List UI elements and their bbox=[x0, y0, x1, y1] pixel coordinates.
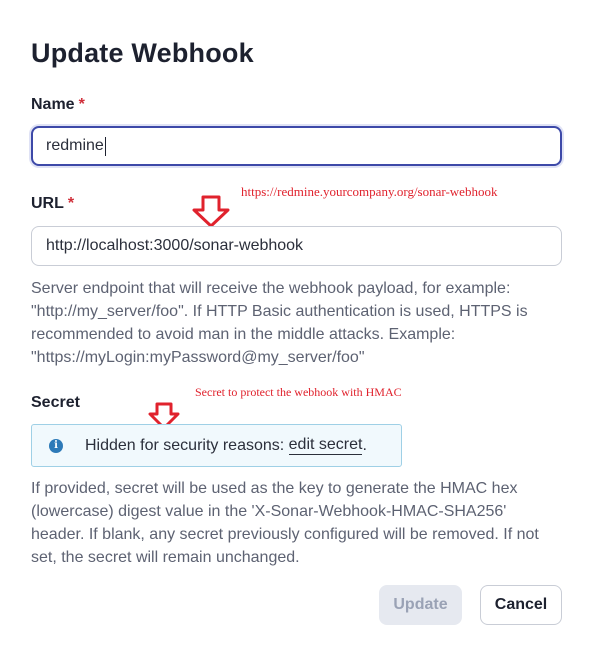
edit-secret-link[interactable]: edit secret bbox=[288, 436, 363, 455]
required-mark: * bbox=[78, 96, 85, 113]
down-arrow-icon bbox=[192, 195, 230, 228]
url-label: URL * bbox=[31, 195, 74, 213]
info-icon: i bbox=[49, 438, 63, 453]
secret-info-text: Hidden for security reasons: bbox=[85, 436, 289, 454]
secret-info-suffix: . bbox=[362, 436, 367, 454]
name-label-text: Name bbox=[31, 96, 75, 113]
url-input[interactable]: http://localhost:3000/sonar-webhook bbox=[31, 226, 562, 266]
required-mark: * bbox=[67, 195, 75, 212]
text-caret bbox=[104, 136, 106, 156]
update-button[interactable]: Update bbox=[379, 585, 462, 625]
secret-label-text: Secret bbox=[31, 394, 80, 411]
name-input[interactable]: redmine bbox=[31, 126, 562, 166]
name-input-value: redmine bbox=[46, 137, 104, 154]
secret-info-box: i Hidden for security reasons: edit secr… bbox=[31, 424, 402, 467]
url-annotation: https://redmine.yourcompany.org/sonar-we… bbox=[241, 184, 498, 199]
secret-help-text: If provided, secret will be used as the … bbox=[31, 480, 539, 566]
page-title: Update Webhook bbox=[31, 38, 254, 68]
name-label: Name * bbox=[31, 96, 85, 114]
url-label-text: URL bbox=[31, 195, 64, 212]
url-input-value: http://localhost:3000/sonar-webhook bbox=[46, 237, 304, 254]
cancel-button[interactable]: Cancel bbox=[480, 585, 562, 625]
secret-label: Secret bbox=[31, 394, 80, 412]
secret-annotation: Secret to protect the webhook with HMAC bbox=[195, 385, 402, 399]
url-help-text: Server endpoint that will receive the we… bbox=[31, 280, 528, 366]
